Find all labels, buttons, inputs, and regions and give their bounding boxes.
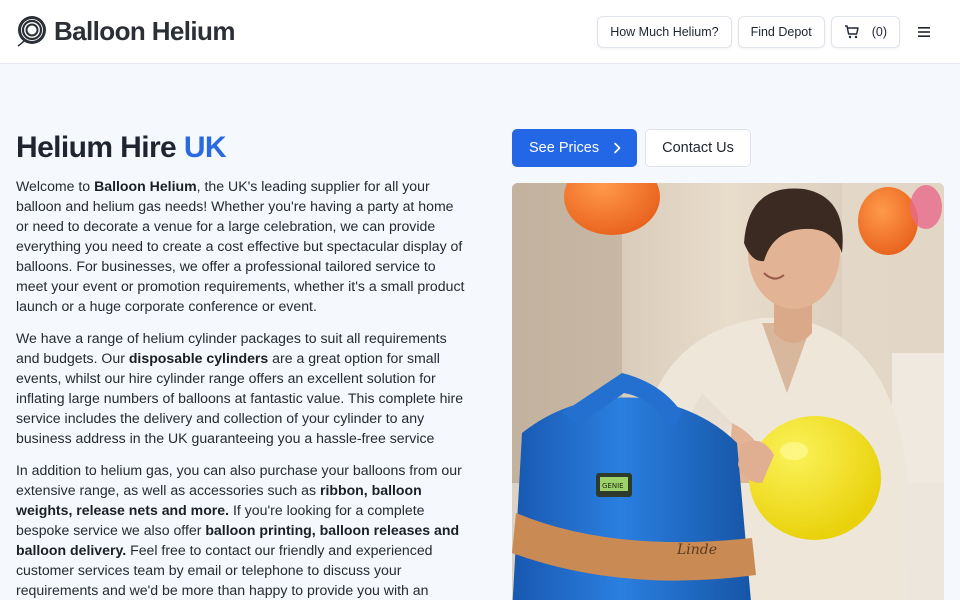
menu-icon <box>918 27 930 37</box>
p1-text-c: , the UK's leading supplier for all your… <box>16 178 465 314</box>
see-prices-label: See Prices <box>529 140 600 156</box>
chevron-right-icon <box>614 142 621 154</box>
yellow-balloon <box>749 416 881 540</box>
gauge-label: GENIE <box>602 482 624 490</box>
site-header: Balloon Helium How Much Helium? Find Dep… <box>0 0 960 64</box>
intro-paragraph-3: In addition to helium gas, you can also … <box>16 460 468 600</box>
cart-count: (0) <box>871 25 887 39</box>
hero-illustration: Linde GENIE <box>512 183 944 600</box>
p2-bold-disposable: disposable cylinders <box>128 350 269 366</box>
brand-logo[interactable]: Balloon Helium <box>16 14 235 48</box>
brand-name: Balloon Helium <box>54 15 235 46</box>
intro-paragraph-1: Welcome to Balloon Helium, the UK's lead… <box>16 176 468 316</box>
cart-icon <box>844 25 859 39</box>
see-prices-button[interactable]: See Prices <box>512 129 638 167</box>
hero-image: Linde GENIE <box>512 183 944 600</box>
hero-actions: See Prices Contact Us <box>512 129 751 167</box>
how-much-helium-label: How Much Helium? <box>610 25 719 39</box>
find-depot-button[interactable]: Find Depot <box>737 16 825 48</box>
contact-us-label: Contact Us <box>662 140 734 156</box>
contact-us-button[interactable]: Contact Us <box>645 129 751 167</box>
intro-paragraph-2: We have a range of helium cylinder packa… <box>16 328 468 448</box>
top-nav: How Much Helium? Find Depot (0) <box>591 16 944 48</box>
how-much-helium-button[interactable]: How Much Helium? <box>597 16 732 48</box>
logo-mark-icon <box>17 16 46 47</box>
cylinder-label: Linde <box>676 542 717 558</box>
p1-text-a: Welcome to <box>16 178 95 194</box>
page-title-accent: UK <box>183 131 227 164</box>
orange-balloon <box>858 187 918 255</box>
page-title: Helium Hire UK <box>16 128 468 168</box>
menu-button[interactable] <box>904 16 944 48</box>
find-depot-label: Find Depot <box>750 25 812 39</box>
p1-bold-brand: Balloon Helium <box>94 178 197 194</box>
page-title-main: Helium Hire <box>16 131 184 164</box>
intro-section: Helium Hire UK Welcome to Balloon Helium… <box>16 128 468 600</box>
cart-button[interactable]: (0) <box>830 16 900 48</box>
